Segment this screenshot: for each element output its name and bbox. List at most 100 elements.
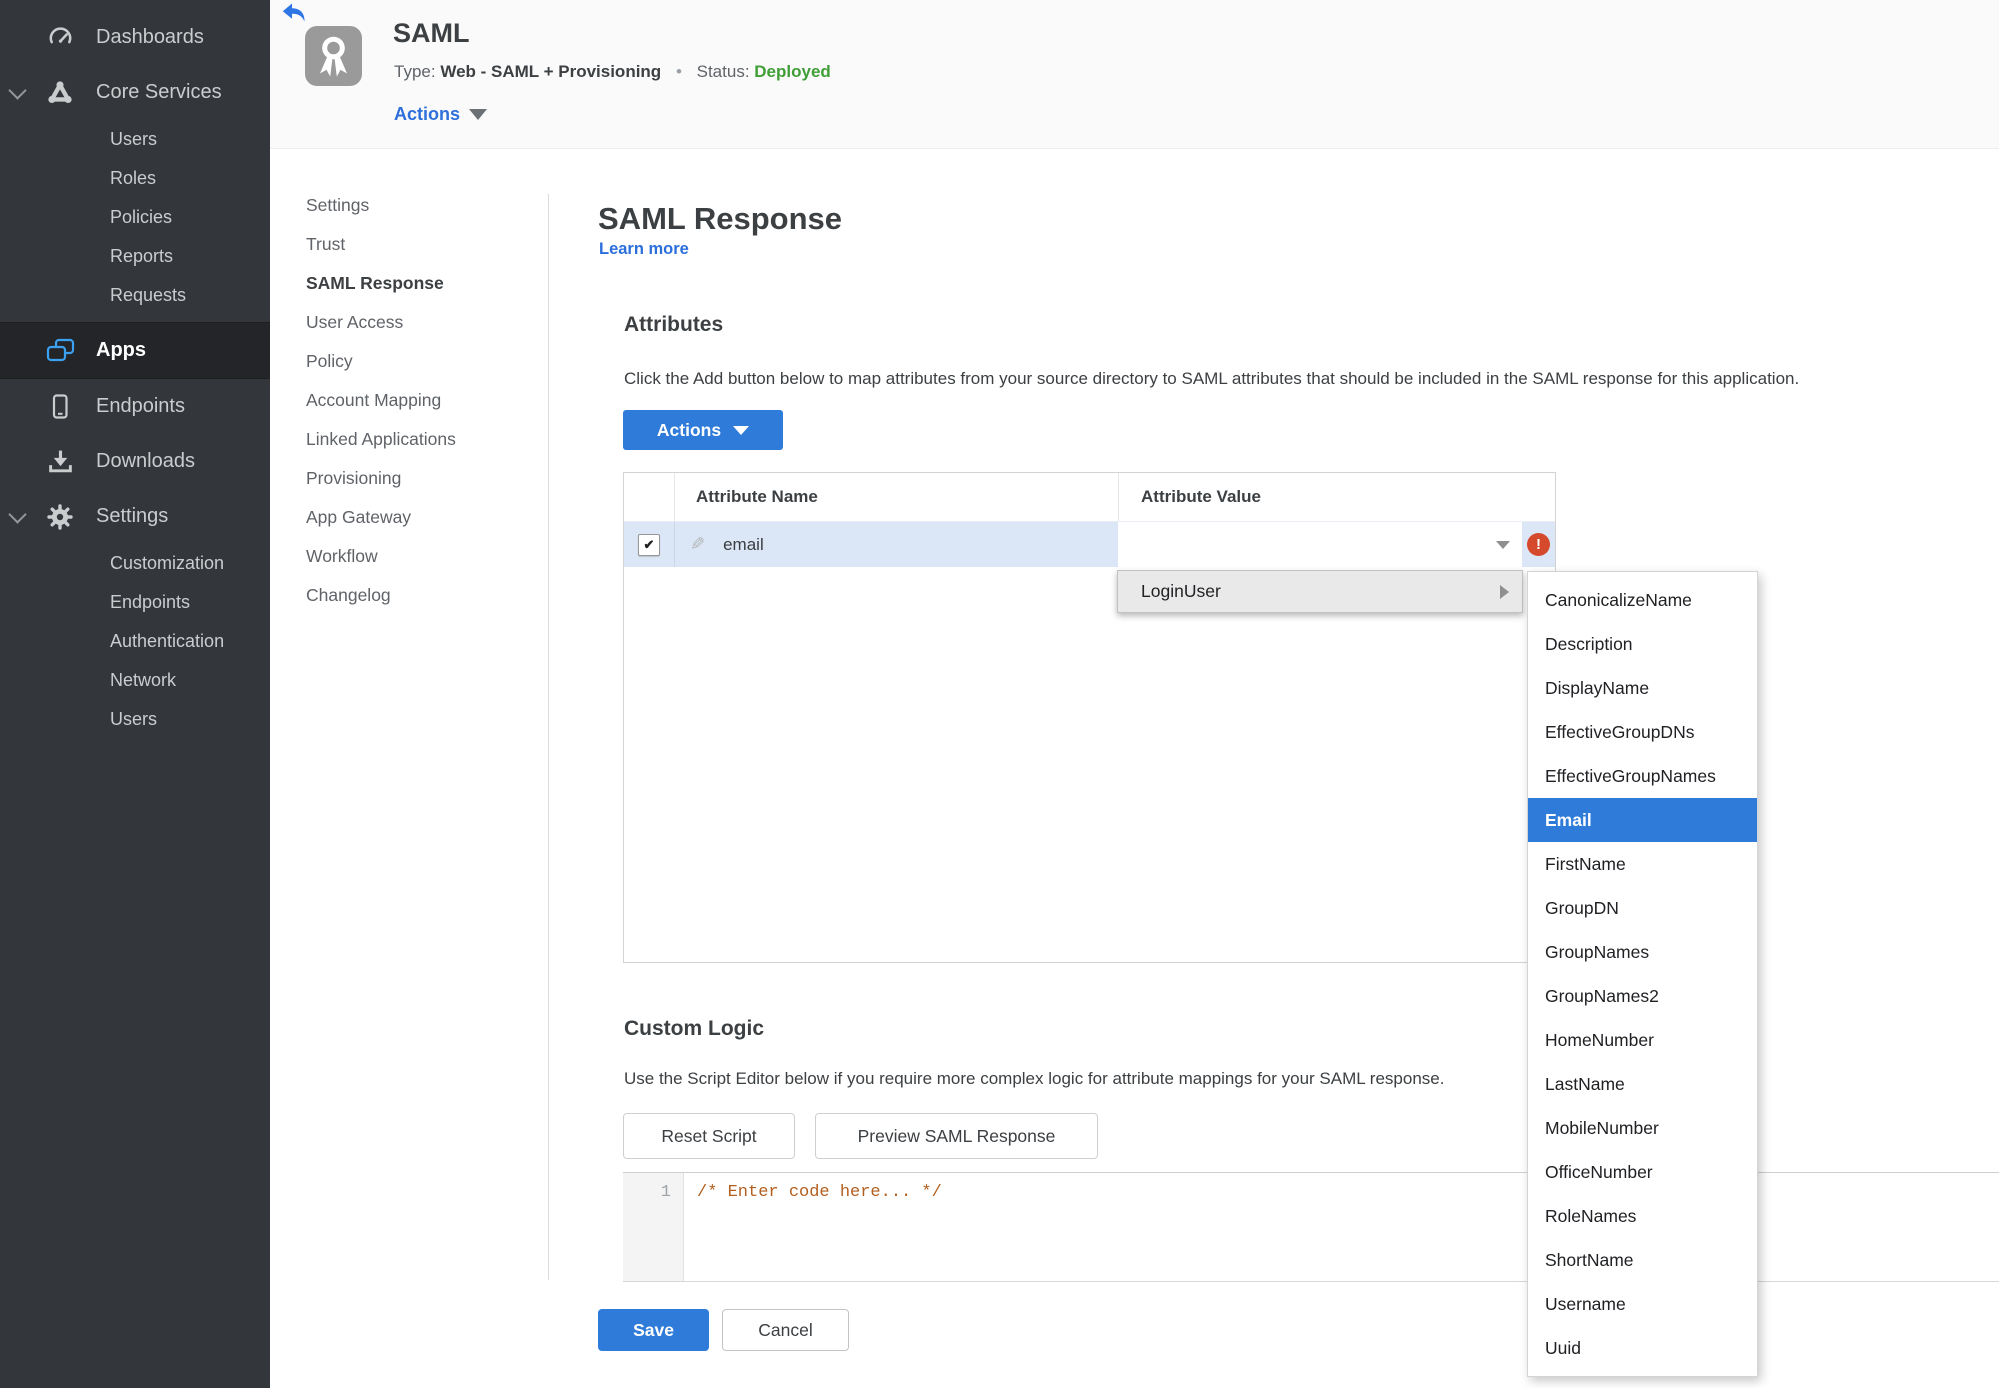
download-icon [44, 448, 76, 475]
attributes-table: Attribute Name Attribute Value ✎ email [623, 472, 1556, 963]
menu-item[interactable]: ShortName [1528, 1238, 1757, 1282]
sidebar-item-policies[interactable]: Policies [0, 198, 270, 237]
tab-linked-applications[interactable]: Linked Applications [306, 420, 536, 459]
tab-app-gateway[interactable]: App Gateway [306, 498, 536, 537]
type-label: Type: [394, 62, 436, 81]
sidebar-item-roles[interactable]: Roles [0, 159, 270, 198]
attribute-value-dropdown[interactable] [1118, 522, 1522, 567]
back-arrow-icon[interactable] [282, 3, 306, 23]
menu-item[interactable]: LastName [1528, 1062, 1757, 1106]
sidebar: Dashboards Core Services Users Roles Pol… [0, 0, 270, 1388]
menu-item[interactable]: RoleNames [1528, 1194, 1757, 1238]
script-editor[interactable]: 1 /* Enter code here... */ [623, 1172, 1999, 1282]
custom-logic-description: Use the Script Editor below if you requi… [624, 1069, 1445, 1088]
menu-item[interactable]: MobileNumber [1528, 1106, 1757, 1150]
attributes-description: Click the Add button below to map attrib… [624, 369, 1800, 388]
reset-script-button[interactable]: Reset Script [623, 1113, 795, 1159]
attribute-name-cell[interactable]: ✎ email [674, 522, 1118, 567]
row-error-area [1522, 522, 1555, 567]
sidebar-item-label: Apps [96, 339, 146, 361]
menu-item[interactable]: EffectiveGroupNames [1528, 754, 1757, 798]
tab-saml-response[interactable]: SAML Response [306, 264, 536, 303]
menu-item[interactable]: GroupNames2 [1528, 974, 1757, 1018]
tab-user-access[interactable]: User Access [306, 303, 536, 342]
menu-item[interactable]: Uuid [1528, 1326, 1757, 1370]
row-checkbox-cell [624, 522, 674, 567]
cancel-button[interactable]: Cancel [722, 1309, 849, 1351]
sidebar-item-label: Dashboards [96, 26, 204, 48]
attribute-submenu: CanonicalizeName Description DisplayName… [1527, 571, 1758, 1377]
menu-item[interactable]: DisplayName [1528, 666, 1757, 710]
tab-settings[interactable]: Settings [306, 186, 536, 225]
editor-code-area[interactable]: /* Enter code here... */ [684, 1173, 1999, 1281]
editor-gutter: 1 [623, 1173, 684, 1281]
learn-more-link[interactable]: Learn more [599, 240, 689, 259]
tab-account-mapping[interactable]: Account Mapping [306, 381, 536, 420]
app-subnav: Settings Trust SAML Response User Access… [306, 186, 536, 615]
sidebar-item-network[interactable]: Network [0, 661, 270, 700]
chevron-down-icon[interactable] [8, 504, 27, 524]
context-menu-label: LoginUser [1141, 581, 1221, 601]
context-menu-loginuser[interactable]: LoginUser [1117, 570, 1523, 613]
sidebar-item-authentication[interactable]: Authentication [0, 622, 270, 661]
menu-item-selected[interactable]: Email [1528, 798, 1757, 842]
chevron-down-icon[interactable] [8, 80, 27, 100]
menu-item[interactable]: Username [1528, 1282, 1757, 1326]
tab-policy[interactable]: Policy [306, 342, 536, 381]
sidebar-item-core-services[interactable]: Core Services [0, 65, 270, 120]
saml-app-icon [305, 26, 362, 86]
caret-down-icon [733, 425, 750, 435]
menu-item[interactable]: OfficeNumber [1528, 1150, 1757, 1194]
sidebar-item-downloads[interactable]: Downloads [0, 434, 270, 489]
attributes-actions-button[interactable]: Actions [623, 410, 783, 450]
menu-item[interactable]: Description [1528, 622, 1757, 666]
edit-pencil-icon[interactable]: ✎ [690, 534, 705, 555]
header-actions-menu[interactable]: Actions [394, 104, 488, 125]
status-label: Status: [696, 62, 750, 81]
content-divider [548, 194, 549, 1280]
tab-workflow[interactable]: Workflow [306, 537, 536, 576]
attributes-heading: Attributes [624, 313, 724, 337]
tab-trust[interactable]: Trust [306, 225, 536, 264]
actions-button-label: Actions [656, 419, 722, 440]
app-header: SAML Type: Web - SAML + Provisioning • S… [270, 0, 1999, 149]
tab-changelog[interactable]: Changelog [306, 576, 536, 615]
table-row[interactable]: ✎ email [624, 521, 1555, 567]
sidebar-item-settings-endpoints[interactable]: Endpoints [0, 583, 270, 622]
menu-item[interactable]: HomeNumber [1528, 1018, 1757, 1062]
sidebar-item-requests[interactable]: Requests [0, 276, 270, 315]
meta-separator: • [675, 62, 682, 81]
sidebar-item-label: Core Services [96, 81, 222, 103]
checkbox-column-header [624, 473, 674, 521]
phone-icon [44, 393, 76, 421]
type-value: Web - SAML + Provisioning [440, 62, 662, 81]
sidebar-item-dashboards[interactable]: Dashboards [0, 10, 270, 65]
sidebar-item-settings-users[interactable]: Users [0, 700, 270, 739]
tab-provisioning[interactable]: Provisioning [306, 459, 536, 498]
menu-item[interactable]: FirstName [1528, 842, 1757, 886]
sidebar-item-label: Downloads [96, 450, 195, 472]
preview-saml-response-button[interactable]: Preview SAML Response [815, 1113, 1098, 1159]
sidebar-item-settings[interactable]: Settings [0, 489, 270, 544]
menu-item[interactable]: CanonicalizeName [1528, 578, 1757, 622]
sidebar-item-apps[interactable]: Apps [0, 322, 270, 379]
column-header-attribute-name: Attribute Name [674, 473, 1118, 521]
gear-icon [44, 503, 76, 531]
sidebar-item-endpoints[interactable]: Endpoints [0, 379, 270, 434]
menu-item[interactable]: GroupNames [1528, 930, 1757, 974]
row-checkbox[interactable] [638, 533, 660, 556]
menu-item[interactable]: EffectiveGroupDNs [1528, 710, 1757, 754]
sidebar-item-label: Endpoints [96, 395, 185, 417]
caret-down-icon [469, 109, 488, 120]
sidebar-item-users[interactable]: Users [0, 120, 270, 159]
submenu-arrow-icon [1500, 584, 1509, 599]
attribute-value-cell [1118, 522, 1555, 567]
page-title: SAML [393, 18, 470, 48]
app-meta: Type: Web - SAML + Provisioning • Status… [394, 62, 831, 82]
menu-item[interactable]: GroupDN [1528, 886, 1757, 930]
sidebar-item-customization[interactable]: Customization [0, 544, 270, 583]
sidebar-item-reports[interactable]: Reports [0, 237, 270, 276]
dropdown-caret-icon [1496, 540, 1510, 549]
save-button[interactable]: Save [598, 1309, 709, 1351]
table-header-row: Attribute Name Attribute Value [624, 473, 1555, 521]
